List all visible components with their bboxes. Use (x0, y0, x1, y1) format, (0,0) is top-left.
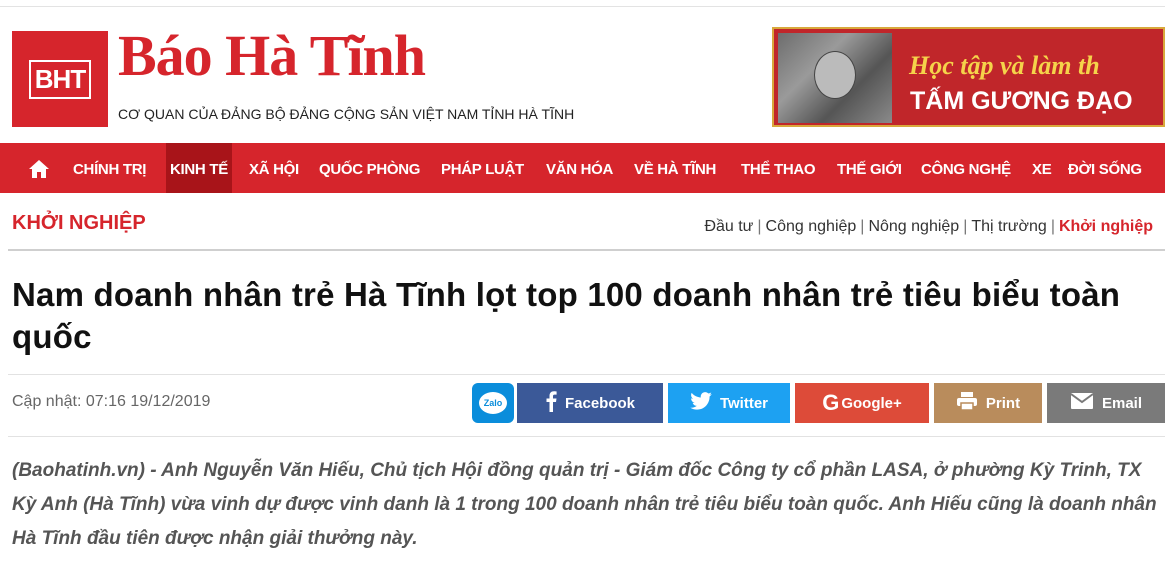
share-zalo-button[interactable]: Zalo (472, 383, 514, 423)
print-label: Print (985, 394, 1021, 412)
site-header: BHT Báo Hà Tĩnh CƠ QUAN CỦA ĐẢNG BỘ ĐẢNG… (0, 7, 1165, 142)
google-plus-label: Google+ (841, 394, 902, 412)
nav-item-the-gioi[interactable]: THẾ GIỚI (837, 143, 902, 193)
subnav-item-cong-nghiep[interactable]: Công nghiệp (762, 218, 861, 235)
section-title[interactable]: KHỞI NGHIỆP (12, 212, 146, 235)
article-updated-time: Cập nhật: 07:16 19/12/2019 (12, 393, 211, 410)
header-banner[interactable]: Học tập và làm th TẤM GƯƠNG ĐẠO (772, 27, 1165, 127)
share-email-button[interactable]: Email (1047, 383, 1165, 423)
article-sapo: (Baohatinh.vn) - Anh Nguyễn Văn Hiếu, Ch… (12, 460, 1157, 549)
nav-item-chinh-tri[interactable]: CHÍNH TRỊ (73, 143, 146, 193)
nav-item-cong-nghe[interactable]: CÔNG NGHỆ (921, 143, 1011, 193)
subnav-item-nong-nghiep[interactable]: Nông nghiệp (864, 218, 963, 235)
subnav-item-dau-tu[interactable]: Đầu tư (700, 218, 757, 235)
subnav-item-thi-truong[interactable]: Thị trường (967, 218, 1050, 235)
section-subnav: Đầu tư | Công nghiệp | Nông nghiệp | Thị trườn… (700, 218, 1157, 236)
meta-divider-bottom (8, 436, 1165, 437)
share-print-button[interactable]: Print (934, 383, 1042, 423)
nav-item-kinh-te[interactable]: KINH TẾ (166, 143, 232, 193)
article-headline: Nam doanh nhân trẻ Hà Tĩnh lọt top 100 d… (12, 276, 1121, 355)
nav-item-van-hoa[interactable]: VĂN HÓA (546, 143, 613, 193)
meta-divider-top (8, 374, 1165, 375)
nav-item-doi-song[interactable]: ĐỜI SỐNG (1068, 143, 1142, 193)
nav-item-xe[interactable]: XE (1032, 143, 1052, 193)
home-icon[interactable] (28, 159, 50, 179)
site-title[interactable]: Báo Hà Tĩnh (118, 23, 426, 89)
facebook-icon (545, 390, 557, 416)
main-nav: CHÍNH TRỊ KINH TẾ XÃ HỘI QUỐC PHÒNG PHÁP… (0, 143, 1165, 193)
email-label: Email (1101, 394, 1143, 412)
google-plus-icon: G (822, 390, 840, 415)
subnav-divider: | (757, 218, 762, 235)
subnav-item-khoi-nghiep[interactable]: Khởi nghiệp (1055, 218, 1157, 235)
twitter-icon (690, 392, 712, 414)
site-slogan: CƠ QUAN CỦA ĐẢNG BỘ ĐẢNG CỘNG SẢN VIỆT N… (118, 106, 575, 122)
banner-portrait (778, 33, 892, 123)
share-facebook-button[interactable]: Facebook (517, 383, 663, 423)
facebook-label: Facebook (564, 394, 636, 412)
zalo-icon: Zalo (479, 392, 507, 414)
section-divider (8, 249, 1165, 251)
nav-item-phap-luat[interactable]: PHÁP LUẬT (441, 143, 524, 193)
nav-item-ve-ha-tinh[interactable]: VỀ HÀ TĨNH (634, 143, 716, 193)
banner-line-2: TẤM GƯƠNG ĐẠO (910, 87, 1133, 115)
share-google-plus-button[interactable]: G Google+ (795, 383, 929, 423)
nav-item-xa-hoi[interactable]: XÃ HỘI (249, 143, 299, 193)
nav-item-quoc-phong[interactable]: QUỐC PHÒNG (319, 143, 420, 193)
twitter-label: Twitter (719, 394, 769, 412)
banner-line-1: Học tập và làm th (909, 51, 1100, 80)
nav-item-the-thao[interactable]: THỂ THAO (741, 143, 816, 193)
printer-icon (956, 391, 978, 415)
envelope-icon (1070, 392, 1094, 414)
site-logo[interactable]: BHT (12, 31, 108, 127)
top-border (0, 0, 1165, 7)
share-twitter-button[interactable]: Twitter (668, 383, 790, 423)
logo-text: BHT (28, 59, 92, 99)
